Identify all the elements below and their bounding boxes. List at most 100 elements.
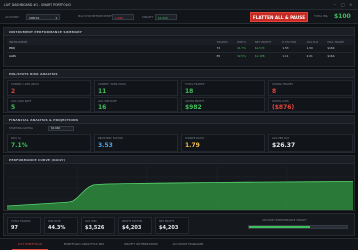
account-select[interactable]: SIM101 ▾: [26, 14, 60, 20]
stat-card: AVG WIN RATE 16: [94, 97, 178, 112]
stat-value: 11: [98, 88, 107, 95]
column-header: WIN %: [236, 39, 247, 44]
column-header: NET PROFIT: [254, 39, 272, 44]
stat-label: AVG LOSS RATE: [11, 100, 32, 103]
table-cell: 41.7%: [236, 46, 246, 51]
finance-label: SHARPE RATIO: [185, 137, 204, 140]
stat-label: GROSS LOSS: [272, 100, 289, 103]
summary-card: NET PROFIT $4,203: [155, 217, 189, 234]
stat-label: TOTAL TRADES: [185, 83, 205, 86]
tab-livt-portfolio[interactable]: LIVT PORTFOLIO: [12, 238, 48, 250]
table-cell: 1.53: [282, 46, 289, 51]
stat-card: GROSS PROFIT $982: [181, 97, 265, 112]
instrument-summary-panel: INSTRUMENT PERFORMANCE SUMMARY INSTRUMEN…: [3, 27, 355, 67]
column-header: AVG R:R: [306, 39, 319, 44]
title-bar: LIVT DASHBOARD #1 - SMART PORTFOLIO – □ …: [0, 0, 358, 10]
tab-portfolio-analytics[interactable]: PORTFOLIO ANALYTICS MIX: [55, 238, 113, 250]
table-cell: 85: [216, 53, 221, 58]
instrument-table: INSTRUMENT TRADES WIN % NET PROFIT P. FA…: [7, 38, 353, 59]
target-value: $1,000: [158, 16, 168, 20]
finance-value: 3.53: [98, 142, 113, 149]
summary-label: WIN RATE: [48, 220, 61, 223]
stat-card: LOSING TRADES 8: [268, 80, 353, 96]
stat-label: GROSS PROFIT: [185, 100, 205, 103]
stat-card: AVG LOSS RATE 5: [7, 97, 91, 112]
stat-card: CONSEC. LOSS (MAX) 2: [7, 80, 91, 96]
table-cell: $1,188: [254, 53, 265, 58]
summary-value: 44.3%: [48, 225, 66, 231]
summary-value: 97: [11, 225, 18, 231]
summary-card: WIN RATE 44.3%: [44, 217, 78, 234]
max-stop-input[interactable]: 1,500: [112, 14, 134, 20]
finance-value: 7.1%: [11, 142, 28, 149]
instrument-summary-header: INSTRUMENT PERFORMANCE SUMMARY: [9, 30, 83, 34]
finance-card: SHARPE RATIO 1.79: [181, 134, 265, 152]
stat-label: CONSEC. WINS (MAX): [98, 83, 127, 86]
chevron-down-icon: ▾: [55, 16, 57, 20]
performance-target-bar: [248, 225, 348, 229]
total-pnl-label: TOTAL PNL: [314, 15, 329, 18]
stat-card: TOTAL TRADES 18: [181, 80, 265, 96]
close-icon[interactable]: ×: [349, 2, 352, 7]
column-header: P. FACTOR: [282, 39, 297, 44]
table-cell: 1.50: [306, 46, 313, 51]
summary-label: AVG WIN: [85, 220, 97, 223]
table-cell: 2.01: [306, 53, 313, 58]
stat-value: $982: [185, 104, 202, 111]
tab-profit-optimization[interactable]: PROFIT OPTIMIZATION: [118, 238, 164, 250]
finance-value: 1.79: [185, 142, 200, 149]
summary-value: $4,203: [122, 225, 142, 231]
finance-label: AVG PER DAY: [272, 137, 290, 140]
performance-target-fill: [249, 226, 310, 228]
finance-card: AVG PER DAY $26.37: [268, 134, 353, 152]
equity-area: [7, 181, 353, 210]
window-title: LIVT DASHBOARD #1 - SMART PORTFOLIO: [4, 3, 72, 7]
stat-value: 8: [272, 88, 277, 95]
performance-curve-header: PERFORMANCE CURVE (DAILY): [9, 158, 66, 162]
financial-panel: FINANCIAL ANALYSIS & PROJECTIONS STARTIN…: [3, 115, 355, 153]
target-input[interactable]: $1,000: [155, 14, 177, 20]
table-row[interactable]: AAPL 85 32.5% $1,188 1.11 2.01 $164: [7, 52, 353, 59]
table-cell: PNQ: [9, 46, 15, 51]
summary-label: TOTAL TRADES: [11, 220, 31, 223]
table-cell: 1.11: [282, 53, 289, 58]
starting-capital-value: $0.000: [51, 127, 61, 130]
column-header: TRADES: [216, 39, 228, 44]
table-row[interactable]: PNQ 72 41.7% $4,574 1.53 1.50 $164: [7, 45, 353, 52]
max-stop-label: MAX STOP BEFORE RESET: [78, 15, 112, 18]
stat-label: LOSING TRADES: [272, 83, 293, 86]
flatten-all-button[interactable]: FLATTEN ALL & PAUSE: [250, 12, 308, 22]
finance-value: $26.37: [272, 142, 296, 149]
starting-capital-input[interactable]: $0.000: [48, 126, 74, 131]
stat-value: ($876): [272, 104, 295, 111]
risk-analysis-header: PNL/STATS RISK ANALYSIS: [9, 72, 58, 76]
stat-value: 16: [98, 104, 107, 111]
finance-card: RECOVERY FACTOR 3.53: [94, 134, 178, 152]
summary-card: AVG WIN $3,526: [81, 217, 115, 234]
table-cell: 32.5%: [236, 53, 246, 58]
risk-analysis-panel: PNL/STATS RISK ANALYSIS CONSEC. LOSS (MA…: [3, 69, 355, 113]
account-label: ACCOUNT: [5, 15, 19, 19]
finance-label: RECOVERY FACTOR: [98, 137, 123, 140]
progress-label: ACCOUNT PERFORMANCE TARGET: [262, 219, 307, 222]
table-cell: 72: [216, 46, 221, 51]
financial-header: FINANCIAL ANALYSIS & PROJECTIONS: [9, 118, 79, 122]
stat-value: 18: [185, 88, 194, 95]
stat-value: 5: [11, 104, 16, 111]
stat-card: GROSS LOSS ($876): [268, 97, 353, 112]
finance-card: ROI (%) 7.1%: [7, 134, 91, 152]
performance-curve-chart: [7, 166, 353, 210]
column-header: MAX TRADE: [327, 39, 344, 44]
maximize-icon[interactable]: □: [341, 2, 345, 7]
summary-value: $4,203: [159, 225, 179, 231]
minimize-icon[interactable]: –: [334, 2, 336, 7]
stat-value: 2: [11, 88, 16, 95]
target-label: TARGET: [142, 15, 153, 19]
table-header-row: INSTRUMENT TRADES WIN % NET PROFIT P. FA…: [7, 38, 353, 45]
tab-account-manager[interactable]: ACCOUNT MANAGER: [168, 238, 208, 250]
summary-value: $3,526: [85, 225, 105, 231]
summary-card: TOTAL TRADES 97: [7, 217, 41, 234]
summary-label: PROFIT FACTOR: [122, 220, 143, 223]
table-cell: $164: [327, 53, 335, 58]
summary-panel: TOTAL TRADES 97 WIN RATE 44.3% AVG WIN $…: [3, 213, 355, 236]
